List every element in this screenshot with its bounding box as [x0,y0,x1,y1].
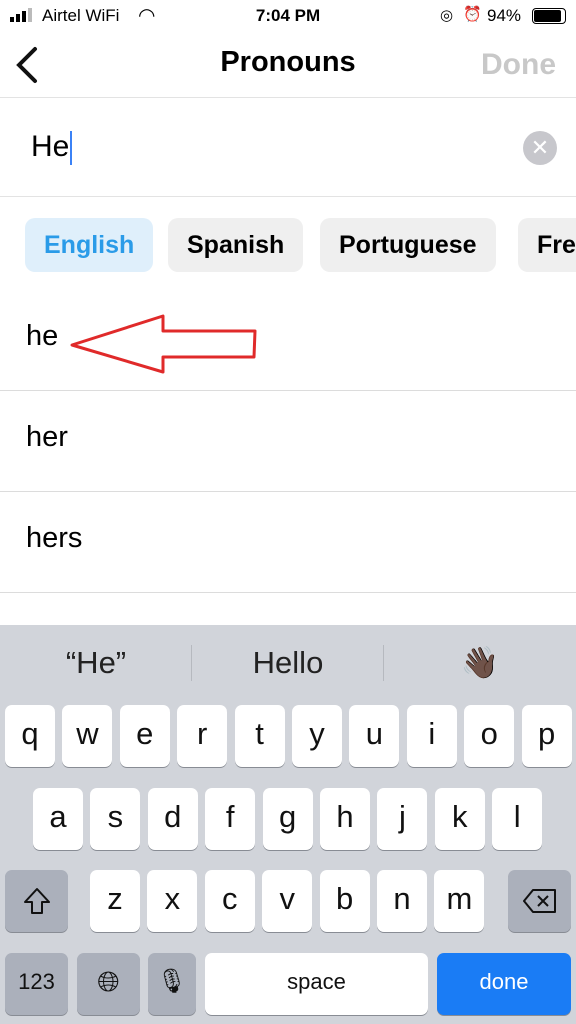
alarm-icon: ⏰ [463,6,482,23]
delete-key[interactable] [508,870,571,932]
key-f[interactable]: f [205,788,256,850]
suggestion-quoted[interactable]: “He” [0,625,192,703]
key-t[interactable]: t [234,705,285,767]
key-j[interactable]: j [377,788,428,850]
rotation-lock-icon: ◎ [440,7,454,24]
key-z[interactable]: z [90,870,140,932]
space-key[interactable]: space [205,953,428,1015]
suggestion-wave-emoji[interactable]: 👋🏿 [384,625,576,703]
clear-icon[interactable]: ✕ [523,131,557,165]
list-item-label: her [26,421,68,453]
key-u[interactable]: u [349,705,400,767]
microphone-icon[interactable]: 🎙︎ [148,953,196,1015]
red-arrow-annotation [70,314,257,374]
key-m[interactable]: m [434,870,485,932]
battery-percent: 94% [487,6,522,25]
key-w[interactable]: w [62,705,113,767]
keyboard: “He” Hello 👋🏿 qwertyuiop asdfghjkl zxcvbnm… [0,625,576,1024]
numbers-key[interactable]: 123 [5,953,68,1015]
key-r[interactable]: r [177,705,228,767]
key-l[interactable]: l [492,788,543,850]
key-s[interactable]: s [90,788,141,850]
list-item[interactable]: her [0,391,576,492]
key-y[interactable]: y [292,705,342,767]
key-e[interactable]: e [119,705,170,767]
key-k[interactable]: k [434,788,485,850]
shift-icon [23,888,50,914]
key-b[interactable]: b [319,870,370,932]
done-button[interactable]: Done [481,48,556,82]
chip-french[interactable]: Fre [518,218,576,272]
list-item[interactable]: hers [0,492,576,593]
key-c[interactable]: c [204,870,255,932]
key-x[interactable]: x [147,870,198,932]
battery-icon [532,8,566,24]
key-p[interactable]: p [521,705,572,767]
chip-portuguese[interactable]: Portuguese [320,218,496,272]
backspace-icon [522,889,556,913]
key-o[interactable]: o [464,705,515,767]
suggestion-hello[interactable]: Hello [192,625,384,703]
key-q[interactable]: q [5,705,55,767]
key-d[interactable]: d [147,788,198,850]
globe-icon[interactable]: 🌐︎ [77,953,140,1015]
key-i[interactable]: i [406,705,457,767]
key-n[interactable]: n [377,870,427,932]
key-v[interactable]: v [262,870,313,932]
list-item-label: hers [26,522,83,554]
done-key[interactable]: done [437,953,571,1015]
key-h[interactable]: h [320,788,370,850]
key-a[interactable]: a [33,788,83,850]
key-g[interactable]: g [262,788,313,850]
shift-key[interactable] [5,870,68,932]
